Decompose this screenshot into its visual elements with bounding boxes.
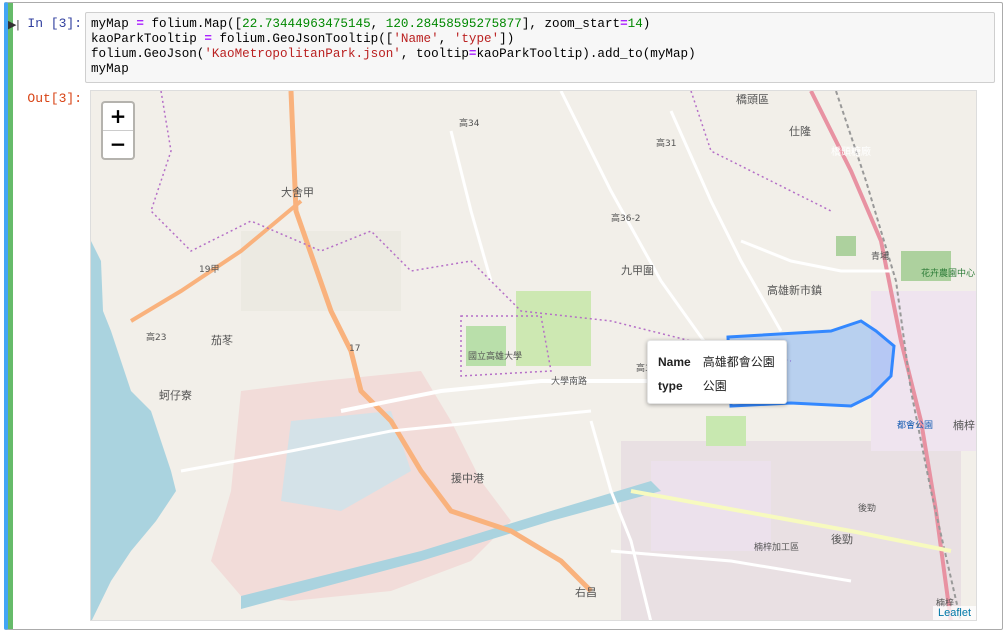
code-token: 22.73444963475145 — [242, 17, 371, 31]
code-token: 'type' — [453, 32, 500, 46]
code-token: , tooltip — [400, 47, 469, 61]
map-label: 茄苳 — [211, 333, 233, 347]
map-label: 九甲圍 — [621, 264, 654, 277]
map-label: 17 — [349, 344, 360, 354]
code-token: ) — [642, 17, 651, 31]
code-token: , — [438, 32, 454, 46]
tooltip-key: Name — [658, 354, 691, 369]
map-label: 仕隆 — [789, 124, 811, 138]
map-label: 蚵仔寮 — [159, 388, 192, 402]
map-label: 都會公園 — [897, 419, 933, 431]
map-label: 花卉農園中心 — [921, 267, 975, 279]
code-line[interactable]: myMap — [91, 62, 989, 77]
code-line[interactable]: folium.GeoJson('KaoMetropolitanPark.json… — [91, 47, 989, 62]
code-token: ]) — [499, 32, 515, 46]
code-token: myMap — [91, 17, 137, 31]
map-label: 楠梓 — [953, 418, 975, 432]
code-token: folium.GeoJson( — [91, 47, 205, 61]
code-token: 'KaoMetropolitanPark.json' — [204, 47, 401, 61]
leaflet-attribution-link[interactable]: Leaflet — [932, 606, 976, 620]
map-label: 右昌 — [575, 585, 597, 599]
code-token: = — [204, 32, 212, 46]
tooltip-row: type 公園 — [656, 375, 775, 399]
map-label: 19甲 — [199, 264, 219, 275]
map-label: 高36-2 — [611, 212, 640, 224]
code-token: = — [620, 17, 628, 31]
map-label: 橋頭糖廠 — [831, 145, 871, 158]
code-token: folium.Map([ — [143, 17, 243, 31]
zoom-control: + − — [101, 101, 135, 160]
code-token: ], zoom_start — [521, 17, 621, 31]
code-token: , — [370, 17, 386, 31]
map-label: 後勁 — [858, 502, 876, 514]
code-token: 14 — [627, 17, 643, 31]
output-prompt: Out[3]: — [27, 91, 82, 106]
map-label: 楠梓加工區 — [754, 541, 799, 553]
map-label: 高23 — [146, 331, 166, 343]
leaflet-map[interactable]: 橋頭區 仕隆 橋頭糖廠 大舍甲 19甲 高31 高34 高36-2 九甲圍 高雄… — [90, 90, 977, 621]
tooltip-value: 高雄都會公園 — [702, 355, 775, 369]
code-editor[interactable]: myMap = folium.Map([22.73444963475145, 1… — [85, 12, 995, 83]
code-token: myMap — [91, 62, 129, 76]
zoom-out-button[interactable]: − — [103, 131, 133, 158]
map-label: 大舍甲 — [281, 185, 314, 199]
code-token: kaoParkTooltip — [91, 32, 205, 46]
code-line[interactable]: myMap = folium.Map([22.73444963475145, 1… — [91, 17, 989, 32]
code-token: folium.GeoJsonTooltip([ — [211, 32, 394, 46]
map-tiles[interactable]: 橋頭區 仕隆 橋頭糖廠 大舍甲 19甲 高31 高34 高36-2 九甲圍 高雄… — [91, 91, 977, 621]
map-label: 橋頭區 — [736, 92, 769, 106]
map-label: 援中港 — [451, 471, 484, 485]
code-line[interactable]: kaoParkTooltip = folium.GeoJsonTooltip([… — [91, 32, 989, 47]
code-token: 'Name' — [393, 32, 439, 46]
input-prompt: In [3]: — [27, 16, 82, 31]
map-label: 大學南路 — [551, 375, 587, 387]
code-token: 120.28458595275877 — [385, 17, 522, 31]
tooltip-key: type — [658, 378, 683, 393]
tooltip-value: 公園 — [702, 379, 727, 393]
park-tooltip: Name 高雄都會公園 type 公園 — [647, 340, 787, 404]
map-label: 高雄新市鎮 — [767, 283, 822, 297]
map-label: 國立高雄大學 — [468, 350, 522, 362]
map-label: 高34 — [459, 117, 480, 129]
tooltip-row: Name 高雄都會公園 — [656, 351, 775, 375]
zoom-in-button[interactable]: + — [103, 103, 133, 131]
map-label: 青埔 — [871, 250, 889, 262]
map-label: 高31 — [656, 137, 676, 149]
map-label: 後勁 — [831, 532, 853, 546]
code-token: kaoParkTooltip).add_to(myMap) — [476, 47, 696, 61]
code-token: = — [136, 17, 144, 31]
